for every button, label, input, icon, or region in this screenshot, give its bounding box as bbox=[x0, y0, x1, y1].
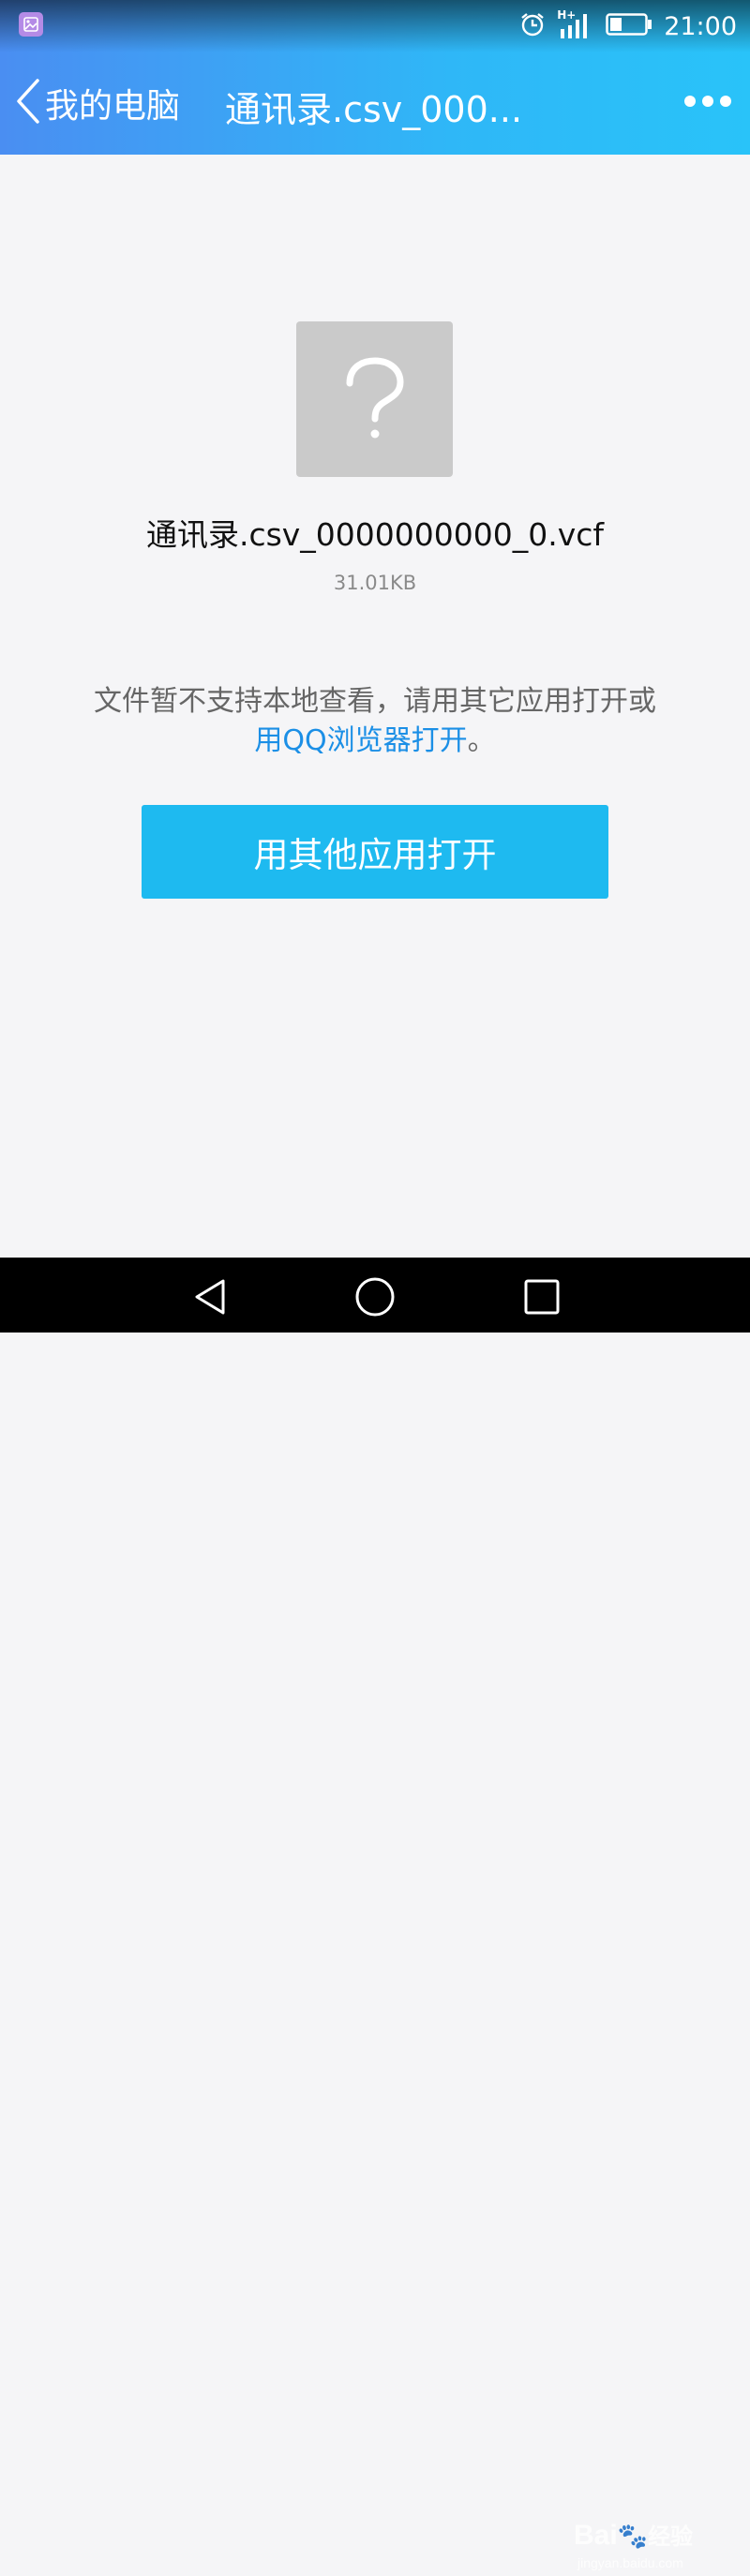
home-nav-button[interactable] bbox=[349, 1273, 401, 1321]
dot bbox=[720, 96, 731, 107]
alarm-icon bbox=[519, 11, 546, 41]
gallery-notification-icon bbox=[19, 12, 43, 37]
question-mark-icon bbox=[346, 357, 404, 439]
navigation-bar: Bai🐾经验 jingyan.baidu.com bbox=[0, 1258, 750, 2570]
watermark-url: jingyan.baidu.com bbox=[578, 2555, 683, 2570]
clock: 21:00 bbox=[664, 11, 737, 41]
title-bar: 我的电脑 通讯录.csv_000... bbox=[0, 52, 750, 155]
open-with-other-app-button[interactable]: 用其他应用打开 bbox=[142, 805, 608, 899]
triangle-back-icon bbox=[195, 1279, 225, 1315]
status-bar: H+ 21:00 bbox=[0, 0, 750, 52]
back-nav-button[interactable] bbox=[184, 1273, 236, 1321]
recents-nav-button[interactable] bbox=[516, 1273, 568, 1321]
file-name: 通讯录.csv_0000000000_0.vcf bbox=[145, 516, 605, 553]
baidu-jingyan-watermark: Bai🐾经验 jingyan.baidu.com bbox=[574, 2518, 733, 2576]
open-with-qq-browser-link[interactable]: 用QQ浏览器打开 bbox=[254, 724, 467, 757]
unknown-file-icon bbox=[296, 321, 453, 477]
battery-icon bbox=[606, 12, 652, 40]
dot bbox=[702, 96, 713, 107]
more-options-button[interactable] bbox=[684, 81, 731, 122]
watermark-logo-cn: 经验 bbox=[648, 2524, 694, 2550]
chevron-left-icon bbox=[13, 77, 41, 129]
paw-icon: 🐾 bbox=[617, 2522, 649, 2550]
message-line: 文件暂不支持本地查看，请用其它应用打开或 bbox=[94, 685, 656, 718]
back-label: 我的电脑 bbox=[45, 87, 181, 126]
back-button[interactable]: 我的电脑 bbox=[13, 73, 180, 133]
app-header: H+ 21:00 我的电脑 通讯录.csv_000... bbox=[0, 0, 750, 155]
message-suffix: 。 bbox=[467, 724, 496, 757]
square-recents-icon bbox=[524, 1279, 560, 1315]
watermark-logo: Bai bbox=[574, 2520, 618, 2551]
message-link-line: 用QQ浏览器打开。 bbox=[0, 722, 750, 761]
page-title: 通讯录.csv_000... bbox=[225, 89, 523, 130]
signal-icon: H+ bbox=[557, 8, 594, 42]
dot bbox=[684, 96, 696, 107]
unsupported-message: 文件暂不支持本地查看，请用其它应用打开或 用QQ浏览器打开。 bbox=[0, 682, 750, 761]
circle-home-icon bbox=[355, 1277, 395, 1317]
file-size: 31.01KB bbox=[333, 572, 417, 594]
